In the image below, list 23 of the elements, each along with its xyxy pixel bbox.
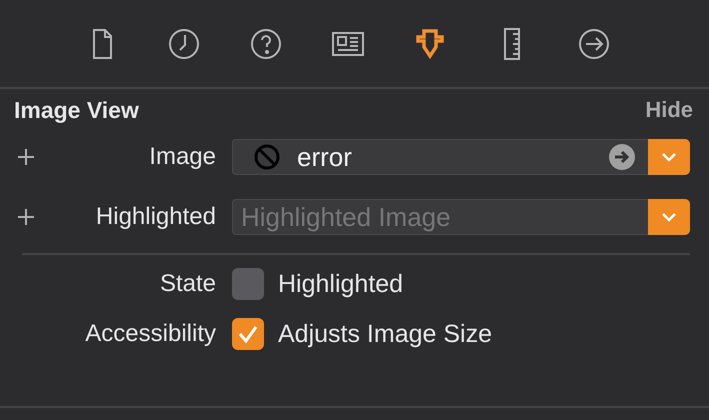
image-field[interactable]: error (232, 139, 648, 175)
prohibited-icon (253, 143, 281, 171)
option-label: Accessibility (84, 320, 217, 348)
arrow-circle-icon[interactable] (608, 143, 636, 171)
checkbox-label: Adjusts Image Size (278, 320, 492, 348)
help-icon (248, 26, 282, 60)
arrow-circle-icon (576, 26, 610, 60)
field-label: Image (148, 143, 217, 171)
plus-icon (17, 208, 35, 226)
plus-icon (17, 148, 35, 166)
chevron-down-icon (660, 211, 678, 223)
checkbox[interactable] (232, 268, 264, 300)
checkbox[interactable] (232, 318, 264, 350)
section-title: Image View (14, 96, 139, 124)
field-label: Highlighted (94, 203, 217, 231)
chevron-down-icon (660, 151, 678, 163)
clock-icon (166, 26, 200, 60)
field-placeholder: Highlighted Image (240, 202, 452, 232)
checkbox-label: Highlighted (278, 270, 404, 298)
field-value: error (296, 142, 353, 172)
hide-link[interactable]: Hide (645, 97, 693, 123)
option-label: State (158, 270, 217, 298)
checkmark-icon (237, 324, 259, 344)
